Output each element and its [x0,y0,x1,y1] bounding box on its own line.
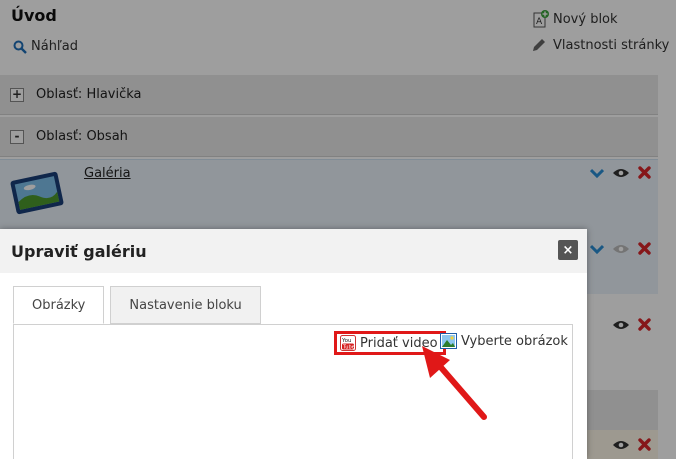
arrow-annotation [422,346,487,420]
svg-text:Tube: Tube [342,344,355,350]
svg-text:You: You [341,338,351,344]
tab-block-settings[interactable]: Nastavenie bloku [110,286,261,324]
close-icon[interactable]: × [558,240,578,260]
dialog-title: Upraviť galériu [11,241,147,261]
youtube-icon: You Tube [340,335,356,351]
dialog-header: Upraviť galériu × [0,229,587,273]
tab-images[interactable]: Obrázky [13,286,105,324]
dialog-tabs: Obrázky Nastavenie bloku [13,286,267,324]
